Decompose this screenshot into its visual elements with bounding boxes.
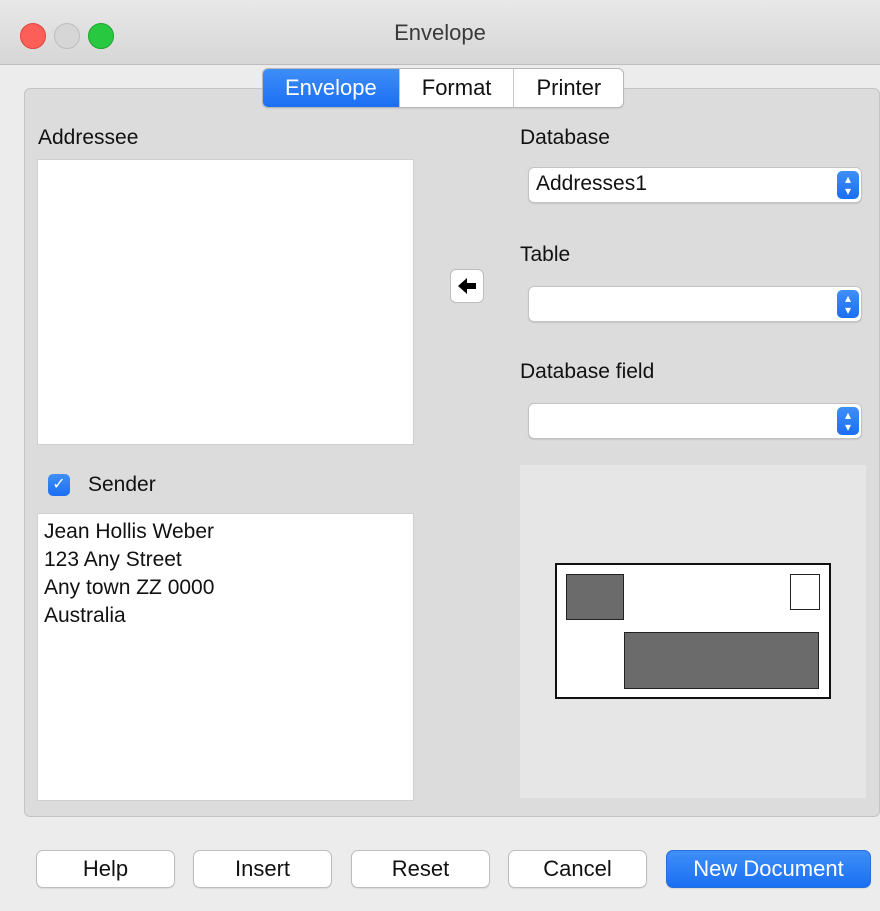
table-label: Table [520, 243, 571, 266]
reset-button[interactable]: Reset [351, 850, 490, 888]
title-bar: Envelope [0, 0, 880, 65]
addressee-textarea[interactable] [37, 159, 414, 445]
sender-checkbox[interactable]: ✓ [48, 474, 70, 496]
database-label: Database [520, 126, 610, 149]
insert-field-button[interactable] [450, 269, 484, 303]
database-select[interactable]: Addresses1 ▴ ▾ [528, 167, 862, 203]
tab-printer[interactable]: Printer [513, 69, 623, 107]
sender-line: Australia [44, 604, 126, 627]
preview-stamp-block [790, 574, 820, 610]
sender-label: Sender [88, 473, 156, 496]
chevron-updown-icon: ▴ ▾ [837, 290, 859, 318]
checkmark-icon: ✓ [52, 476, 66, 493]
new-document-button[interactable]: New Document [666, 850, 871, 888]
sender-line: Jean Hollis Weber [44, 520, 215, 543]
cancel-button[interactable]: Cancel [508, 850, 647, 888]
chevron-updown-icon: ▴ ▾ [837, 407, 859, 435]
arrow-left-icon [458, 278, 476, 294]
chevron-updown-icon: ▴ ▾ [837, 171, 859, 199]
preview-address-block [624, 632, 819, 689]
insert-button[interactable]: Insert [193, 850, 332, 888]
preview-sender-block [566, 574, 624, 620]
tab-bar: Envelope Format Printer [262, 68, 625, 108]
database-field-select[interactable]: ▴ ▾ [528, 403, 862, 439]
database-field-label: Database field [520, 360, 655, 383]
tab-envelope[interactable]: Envelope [263, 69, 399, 107]
sender-line: Any town ZZ 0000 [44, 576, 215, 599]
window-title: Envelope [394, 20, 486, 45]
table-select[interactable]: ▴ ▾ [528, 286, 862, 322]
tab-format[interactable]: Format [398, 69, 514, 107]
help-button[interactable]: Help [36, 850, 175, 888]
addressee-label: Addressee [38, 126, 139, 149]
sender-line: 123 Any Street [44, 548, 182, 571]
sender-text: Jean Hollis Weber 123 Any Street Any town … [44, 518, 214, 630]
database-value: Addresses1 [536, 172, 647, 195]
